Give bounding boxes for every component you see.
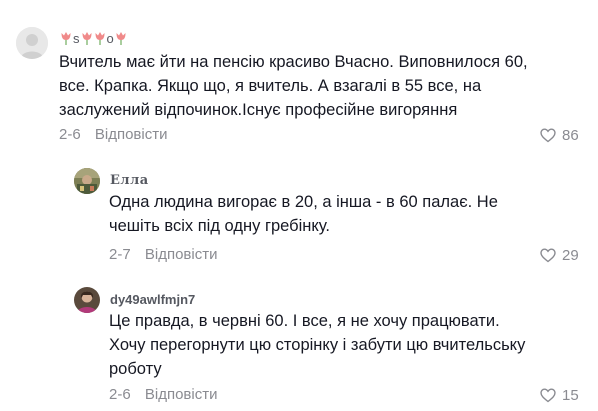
like-count: 29 [562,247,579,264]
comment-text: Вчитель має йти на пенсію красиво Вчасно… [59,53,528,119]
tulip-icon [95,32,104,45]
like-count: 86 [562,127,579,144]
reply-button[interactable]: Відповісти [95,126,168,143]
comment-text: Одна людина вигорає в 20, а інша - в 60 … [109,193,498,235]
default-avatar-icon [16,27,48,59]
heart-outline-icon [540,128,556,143]
heart-outline-icon [540,388,556,403]
like-button[interactable]: 86 [540,127,579,144]
heart-outline-icon [540,248,556,263]
comment-date: 2-7 [109,246,131,263]
tulip-icon [116,32,126,45]
like-button[interactable]: 15 [540,387,579,404]
comment-meta: 2-7 Відповісти [109,246,217,263]
comment-username[interactable]: Елла [110,173,149,188]
reply-button[interactable]: Відповісти [145,246,218,263]
like-button[interactable]: 29 [540,247,579,264]
user-avatar[interactable] [16,27,48,59]
tulip-icon [61,32,71,45]
profile-photo-icon [74,168,100,194]
like-count: 15 [562,387,579,404]
profile-photo-icon [74,287,100,313]
comment-username[interactable]: s o [60,31,127,46]
comment-date: 2-6 [109,386,131,403]
comment-meta: 2-6 Відповісти [109,386,217,403]
comment-text: Це правда, в червні 60. І все, я не хочу… [109,312,526,378]
user-avatar[interactable] [74,287,100,313]
comment-username[interactable]: dy49awlfmjn7 [110,292,195,307]
user-avatar[interactable] [74,168,100,194]
reply-button[interactable]: Відповісти [145,386,218,403]
comment-meta: 2-6 Відповісти [59,126,167,143]
comment-date: 2-6 [59,126,81,143]
tulip-icon [82,32,91,45]
